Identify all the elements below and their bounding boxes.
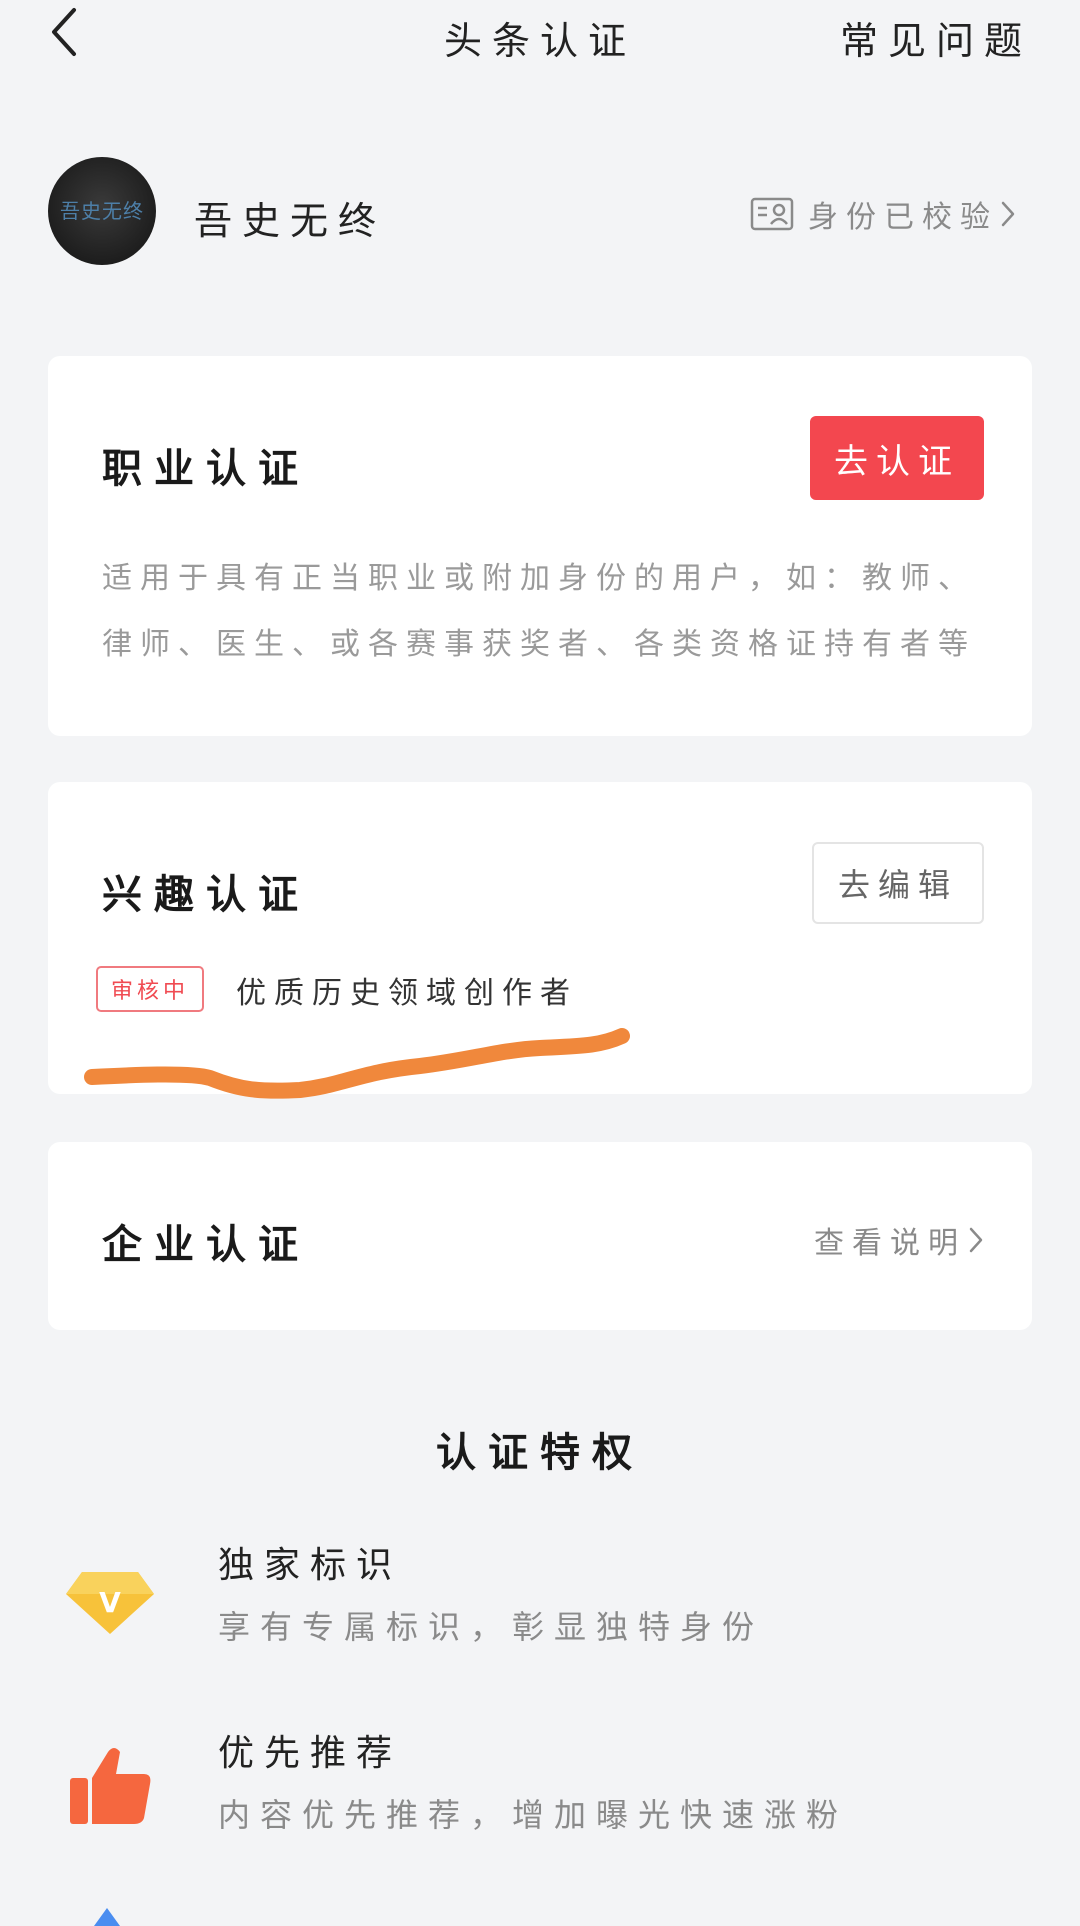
privileges-section-title: 认证特权: [436, 1430, 644, 1476]
svg-text:V: V: [99, 1586, 121, 1619]
privilege-title: 优先推荐: [218, 1733, 403, 1774]
privilege-title: 独家标识: [218, 1545, 403, 1586]
partial-privilege-icon: [94, 1908, 120, 1926]
thumbs-up-icon: [70, 1748, 151, 1824]
privilege-item: V 独家标识 享有专属标识，彰显独特身份: [0, 1530, 1080, 1680]
view-description-link[interactable]: 查看说明: [814, 1218, 986, 1262]
view-description-label: 查看说明: [814, 1226, 966, 1261]
privilege-description: 内容优先推荐，增加曝光快速涨粉: [218, 1796, 849, 1834]
enterprise-verification-card: 企业认证 查看说明: [48, 1142, 1032, 1330]
chevron-right-icon: [969, 1227, 983, 1253]
privilege-description: 享有专属标识，彰显独特身份: [218, 1608, 765, 1646]
diamond-v-icon: V: [66, 1572, 154, 1634]
enterprise-verification-title: 企业认证: [102, 1222, 310, 1268]
privilege-item: 优先推荐 内容优先推荐，增加曝光快速涨粉: [0, 1718, 1080, 1868]
